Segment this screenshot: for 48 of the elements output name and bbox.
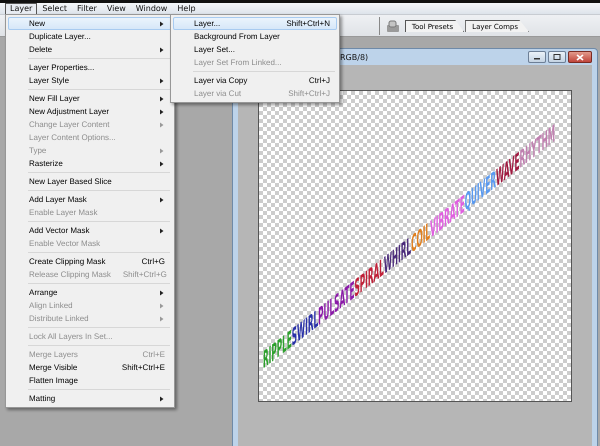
submenu-arrow-icon	[159, 316, 165, 322]
submenu-arrow-icon	[159, 228, 165, 234]
close-button[interactable]	[568, 51, 592, 63]
menu-item[interactable]: Arrange	[8, 286, 172, 299]
maximize-button[interactable]	[548, 51, 566, 63]
submenu-arrow-icon	[159, 290, 165, 296]
menu-item[interactable]: New Adjustment Layer	[8, 105, 172, 118]
menu-item[interactable]: Duplicate Layer...	[8, 30, 172, 43]
menu-item[interactable]: Add Layer Mask	[8, 193, 172, 206]
menu-bar-item[interactable]: Layer	[5, 2, 38, 14]
menu-bar-item[interactable]: Window	[130, 2, 172, 14]
close-icon	[576, 54, 584, 60]
menu-bar-item[interactable]: Select	[37, 2, 72, 14]
menu-item[interactable]: Rasterize	[8, 157, 172, 170]
submenu-arrow-icon	[159, 108, 165, 114]
minimize-button[interactable]	[528, 51, 546, 63]
menu-item[interactable]: Layer Properties...	[8, 61, 172, 74]
menu-item[interactable]: Background From Layer	[173, 30, 337, 43]
submenu-arrow-icon	[159, 46, 165, 52]
submenu-arrow-icon	[159, 96, 165, 102]
menu-item[interactable]: New	[8, 17, 172, 30]
menu-item[interactable]: Merge Visible Shift+Ctrl+E	[8, 361, 172, 374]
menu-bar-item[interactable]: View	[102, 2, 131, 14]
submenu-arrow-icon	[159, 20, 165, 26]
submenu-arrow-icon	[159, 302, 165, 308]
menu-bar-item[interactable]: Filter	[72, 2, 102, 14]
canvas-word-art: RIPPLE SWIRL PULSATE SPIRAL WHIRL COIL VIBRATE QUIVER WAVE RHYTHM	[263, 117, 559, 376]
menu-item[interactable]: New Layer Based Slice	[8, 175, 172, 188]
menu-item[interactable]: New Fill Layer	[8, 92, 172, 105]
palette-well-icon[interactable]	[386, 18, 400, 32]
submenu-arrow-icon	[159, 160, 165, 166]
menu-item[interactable]: Flatten Image	[8, 374, 172, 387]
menu-item[interactable]: Layer Style	[8, 74, 172, 87]
submenu-arrow-icon	[159, 122, 165, 128]
menu-item[interactable]: Layer... Shift+Ctrl+N	[173, 17, 337, 30]
window-title: RGB/8)	[339, 52, 368, 62]
menu-bar-item[interactable]: Help	[172, 2, 201, 14]
submenu-arrow-icon	[159, 148, 165, 154]
submenu-arrow-icon	[159, 78, 165, 84]
menu-item[interactable]: Create Clipping Mask Ctrl+G	[8, 255, 172, 268]
menu-item[interactable]: Layer via Copy Ctrl+J	[173, 74, 337, 87]
menu-item[interactable]: Matting	[8, 392, 172, 405]
submenu-arrow-icon	[159, 196, 165, 202]
maximize-icon	[553, 54, 561, 60]
menu-item[interactable]: Delete	[8, 43, 172, 56]
menu-item[interactable]: Add Vector Mask	[8, 224, 172, 237]
submenu-arrow-icon	[159, 396, 165, 402]
menu-item[interactable]: Layer Set...	[173, 43, 337, 56]
